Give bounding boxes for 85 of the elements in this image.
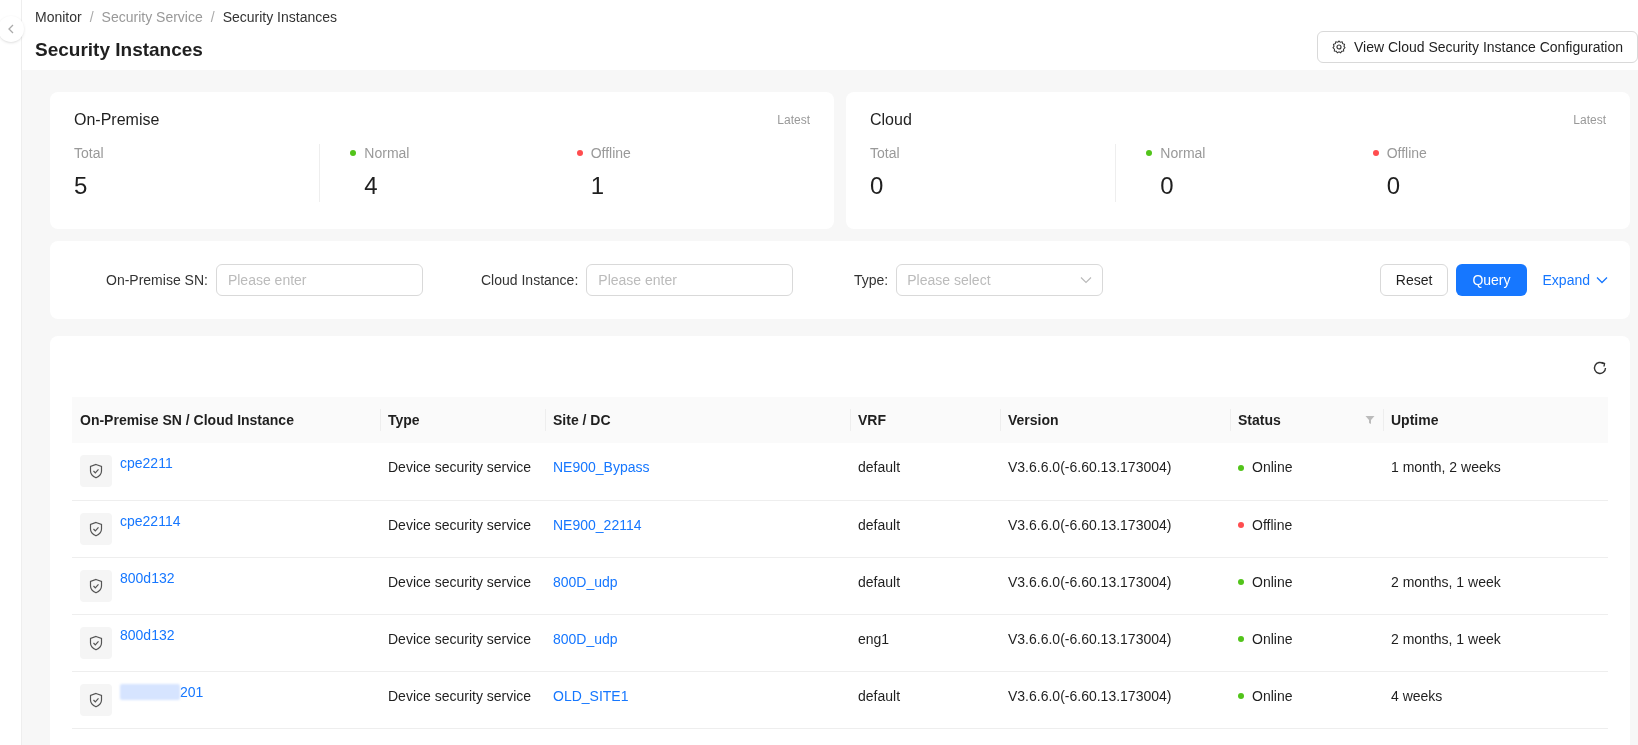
column-header: Version	[1008, 410, 1059, 430]
view-configuration-button[interactable]: View Cloud Security Instance Configuration	[1317, 31, 1638, 63]
table-cell: V3.6.6.0(-6.60.13.173004)	[1008, 687, 1172, 704]
column-header: Type	[388, 410, 420, 430]
chevron-down-icon	[1080, 276, 1093, 284]
table-cell: eng1	[858, 630, 890, 647]
field-label: Cloud Instance:	[481, 270, 579, 290]
breadcrumb-item: Security Instances	[222, 7, 337, 27]
column-header: Uptime	[1391, 410, 1439, 430]
card-title: Cloud	[870, 110, 912, 130]
update-label: Latest	[1573, 112, 1606, 129]
site-link[interactable]: 800D_udp	[553, 573, 618, 590]
refresh-icon[interactable]	[1592, 360, 1608, 376]
table-cell: Device security service	[388, 573, 532, 590]
instance-link[interactable]: cpe2211	[120, 453, 173, 474]
update-label: Latest	[777, 112, 810, 129]
status-text: Online	[1252, 686, 1293, 706]
site-link[interactable]: NE900_22114	[553, 516, 642, 533]
shield-icon	[80, 455, 112, 487]
table-cell: V3.6.6.0(-6.60.13.173004)	[1008, 516, 1172, 533]
table-cell: Device security service	[388, 630, 532, 647]
page-title: Security Instances	[35, 37, 204, 62]
table-cell: V3.6.6.0(-6.60.13.173004)	[1008, 573, 1172, 590]
redaction-mask	[120, 684, 180, 700]
reset-button[interactable]: Reset	[1379, 264, 1449, 296]
stat-value: 1	[589, 171, 605, 201]
stat-value: 4	[363, 171, 379, 201]
breadcrumb-item[interactable]: Monitor	[35, 6, 82, 28]
column-header: On-Premise SN / Cloud Instance	[80, 410, 294, 430]
stat-value: 0	[1159, 171, 1175, 201]
chevron-down-icon	[1596, 276, 1608, 284]
status-text: Online	[1252, 572, 1293, 592]
stat-label: Total	[870, 143, 900, 163]
column-header: Site / DC	[553, 410, 611, 430]
stat-label: Offline	[1386, 143, 1427, 163]
filter-icon[interactable]	[1365, 415, 1375, 425]
breadcrumb-item[interactable]: Security Service	[101, 6, 203, 28]
table-cell: 2 months, 1 week	[1391, 573, 1501, 590]
table-cell: 2 months, 1 week	[1391, 630, 1501, 647]
chevron-left-icon	[7, 24, 15, 34]
stat-value: 5	[74, 171, 89, 201]
card-title: On-Premise	[74, 110, 160, 130]
status-text: Online	[1252, 629, 1293, 649]
table-cell: 1 month, 2 weeks	[1391, 459, 1501, 475]
table-cell: V3.6.6.0(-6.60.13.173004)	[1008, 630, 1172, 647]
table-cell: V3.6.6.0(-6.60.13.173004)	[1008, 459, 1172, 475]
shield-icon	[80, 626, 112, 659]
column-header: Status	[1238, 410, 1281, 430]
table-cell: default	[858, 573, 901, 590]
table-cell: Device security service	[388, 459, 532, 475]
input-field[interactable]: Please enter	[586, 264, 794, 296]
settings-icon	[1332, 40, 1346, 54]
instance-link[interactable]: cpe22114	[120, 510, 181, 532]
field-label: Type:	[854, 270, 889, 290]
input-field[interactable]: Please enter	[215, 264, 423, 296]
stat-value: 0	[870, 171, 885, 201]
breadcrumb-separator: /	[89, 7, 94, 27]
table-cell: default	[858, 459, 901, 475]
shield-icon	[80, 683, 112, 716]
stat-value: 0	[1385, 171, 1401, 201]
table-cell: default	[858, 516, 901, 533]
stat-label: Normal	[364, 143, 410, 163]
site-link[interactable]: 800D_udp	[553, 630, 618, 647]
expand-button[interactable]: Expand	[1542, 269, 1608, 291]
table-cell: Device security service	[388, 516, 532, 533]
stat-label: Normal	[1160, 143, 1206, 163]
stat-label: Offline	[590, 143, 631, 163]
instance-link[interactable]: 800d132	[120, 567, 175, 589]
collapse-button[interactable]	[0, 16, 24, 42]
site-link[interactable]: NE900_Bypass	[553, 459, 650, 475]
shield-icon	[80, 569, 112, 602]
table-cell: default	[858, 687, 901, 704]
table-cell: Device security service	[388, 687, 532, 704]
shield-icon	[80, 512, 112, 545]
table-cell: 4 weeks	[1391, 687, 1443, 704]
breadcrumb-separator: /	[210, 7, 215, 27]
stat-label: Total	[74, 143, 104, 163]
status-text: Offline	[1252, 515, 1293, 535]
instance-link[interactable]: 201	[180, 681, 204, 703]
field-label: On-Premise SN:	[106, 270, 208, 290]
column-header: VRF	[858, 410, 886, 430]
status-text: Online	[1252, 458, 1293, 477]
instance-link[interactable]: 800d132	[120, 624, 175, 646]
site-link[interactable]: OLD_SITE1	[553, 687, 629, 704]
query-button[interactable]: Query	[1456, 264, 1527, 296]
